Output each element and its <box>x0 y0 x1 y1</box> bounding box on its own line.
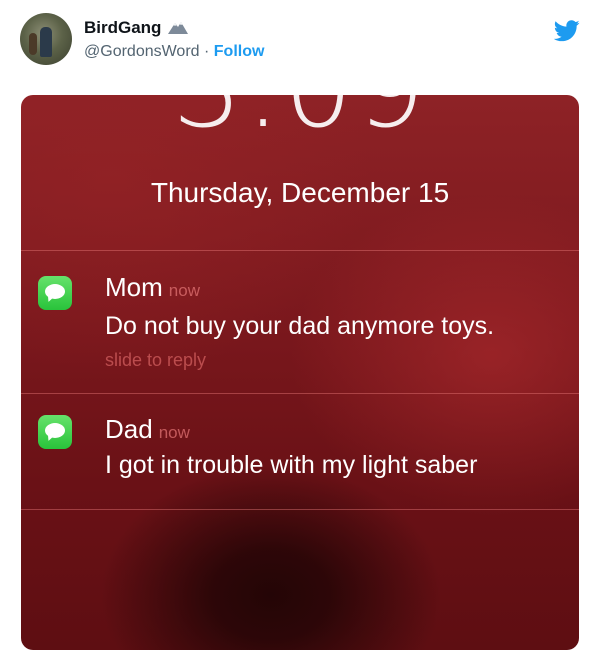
mountain-emoji-icon <box>168 22 189 34</box>
twitter-bird-icon[interactable] <box>554 20 580 42</box>
messages-icon <box>38 415 72 449</box>
notification-time: now <box>168 281 200 300</box>
notification-time: now <box>158 423 190 442</box>
notification-mom[interactable]: Mom now Do not buy your dad anymore toys.… <box>21 250 579 390</box>
lockscreen-time: 3:09 <box>21 95 579 143</box>
separator: · <box>199 43 214 60</box>
notification-message: I got in trouble with my light saber <box>105 451 478 479</box>
display-name-text: BirdGang <box>84 18 162 37</box>
lockscreen-photo: 3:09 Thursday, December 15 Momnow Do not… <box>21 95 579 650</box>
divider <box>21 509 579 510</box>
avatar-figure <box>40 27 52 57</box>
display-name[interactable]: BirdGang <box>84 18 189 38</box>
notification-dad[interactable]: Dad now I got in trouble with my light sa… <box>21 393 579 509</box>
handle-line: @GordonsWord · Follow <box>84 43 264 61</box>
notification-sender: Mom now <box>105 272 200 303</box>
notification-message: Do not buy your dad anymore toys. <box>105 312 495 340</box>
handle[interactable]: @GordonsWord <box>84 43 200 60</box>
avatar-figure <box>29 33 37 55</box>
slide-to-reply-hint[interactable]: slide to reply <box>105 350 206 371</box>
messages-icon <box>38 276 72 310</box>
tweet-header: BirdGang @GordonsWord · Follow <box>0 0 600 95</box>
sender-name: Mom <box>105 272 163 302</box>
sender-name: Dad <box>105 414 153 444</box>
lockscreen-date: Thursday, December 15 <box>150 177 450 208</box>
follow-button[interactable]: Follow <box>214 43 265 60</box>
avatar[interactable] <box>20 13 72 65</box>
notification-sender: Dad now <box>105 414 190 445</box>
